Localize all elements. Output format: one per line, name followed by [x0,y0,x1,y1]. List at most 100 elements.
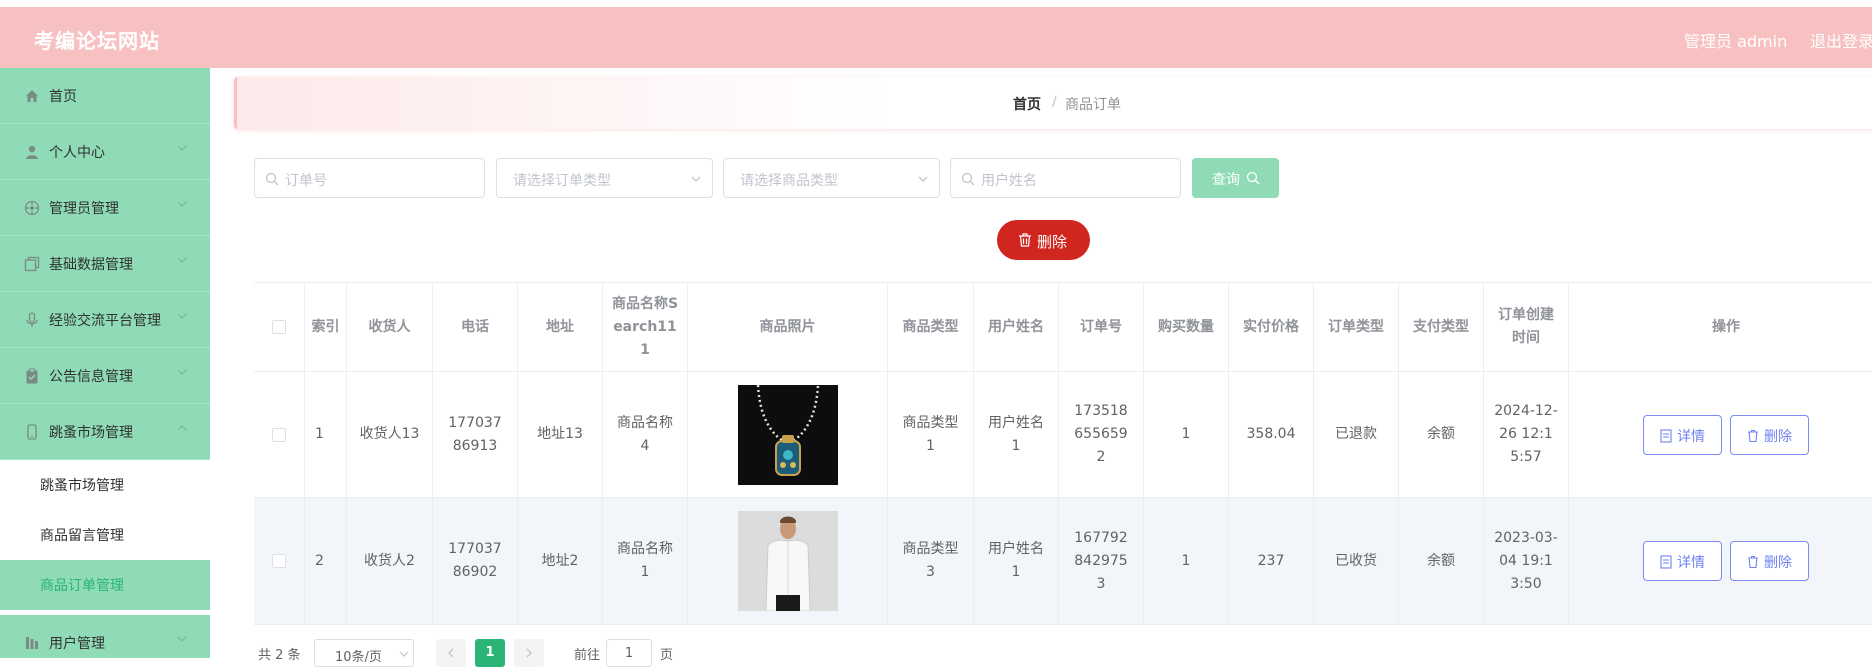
table-row [254,372,305,498]
prev-page-button[interactable] [436,639,466,667]
cell-user-name: 用户姓名1 [974,372,1059,498]
goods-type-placeholder: 请选择商品类型 [740,173,838,189]
cell-goods-type: 商品类型3 [888,498,974,625]
bar-icon [26,637,38,649]
necklace-photo [737,384,838,485]
header-cell: 电话 [433,283,518,372]
chevron-down-icon [177,369,187,375]
sidebar-item-announcements[interactable]: 公告信息管理 [0,348,210,404]
clipboard-icon [26,368,38,384]
chevron-up-icon [177,425,187,431]
home-icon [26,90,38,102]
submenu-item-goods-messages[interactable]: 商品留言管理 [0,510,210,560]
header-cell: 实付价格 [1229,283,1314,372]
search-icon [1246,171,1260,185]
cell-price: 358.04 [1229,372,1314,498]
cell-index: 2 [305,498,347,625]
goods-type-select[interactable]: 请选择商品类型 [723,158,940,198]
admin-label: 管理员 admin [1684,32,1788,51]
cell-phone: 17703786913 [433,372,518,498]
sidebar-item-users[interactable]: 用户管理 [0,615,210,658]
cell-quantity: 1 [1144,372,1229,498]
sidebar-item-admin[interactable]: 管理员管理 [0,180,210,236]
row-delete-button-label: 删除 [1764,428,1792,445]
submenu-item-goods-orders[interactable]: 商品订单管理 [0,560,210,610]
cell-order-type: 已退款 [1314,372,1399,498]
trash-icon [1748,555,1758,569]
detail-button[interactable]: 详情 [1643,541,1722,581]
document-icon [1660,428,1672,443]
cell-actions: 详情 删除 [1569,498,1872,625]
sidebar-item-flea-market[interactable]: 跳蚤市场管理 [0,404,210,460]
cell-address: 地址13 [518,372,603,498]
page-size-select[interactable]: 10条/页 [314,639,414,667]
cell-pay-type: 余额 [1399,372,1484,498]
delete-button-label: 删除 [1037,233,1068,251]
page-number-button[interactable]: 1 [475,639,505,667]
sidebar: 首页 个人中心 管理员管理 基础数据管理 经验交流平台管理 公告信息管理 跳蚤市… [0,68,210,658]
chevron-down-icon [177,257,187,263]
chevron-down-icon [177,201,187,207]
row-checkbox[interactable] [272,554,286,568]
sidebar-item-experience-platform[interactable]: 经验交流平台管理 [0,292,210,348]
sidebar-item-label: 个人中心 [49,145,105,161]
detail-button[interactable]: 详情 [1643,414,1722,455]
breadcrumb-home[interactable]: 首页 [1013,94,1041,114]
shirt-model-photo [737,511,838,611]
order-type-placeholder: 请选择订单类型 [513,173,611,189]
search-icon [265,172,279,186]
cell-order-no: 1735186556592 [1059,372,1144,498]
sidebar-item-personal-center[interactable]: 个人中心 [0,124,210,180]
page-suffix-label: 页 [660,648,674,663]
trash-icon [1748,429,1758,442]
chevron-right-icon [526,648,532,658]
cell-user-name: 用户姓名1 [974,498,1059,625]
row-checkbox[interactable] [272,427,286,442]
header-cell: 订单类型 [1314,283,1399,372]
order-no-input[interactable]: 订单号 [254,158,485,198]
sidebar-item-label: 首页 [49,89,77,105]
orders-table: 索引 收货人 电话 地址 商品名称Search111 商品照片 商品类型 用户姓… [254,282,1872,627]
cell-actions: 详情 删除 [1569,372,1872,498]
submenu-item-label: 商品留言管理 [40,528,124,544]
cell-created: 2023-03-04 19:13:50 [1484,498,1569,625]
header-cell: 商品名称Search111 [603,283,688,372]
delete-button[interactable]: 删除 [997,220,1090,260]
goto-label: 前往 [574,648,601,663]
header-cell: 操作 [1569,283,1872,372]
chevron-down-icon [177,313,187,319]
submenu-item-label: 商品订单管理 [40,578,124,594]
user-name-input[interactable]: 用户姓名 [950,158,1181,198]
row-delete-button[interactable]: 删除 [1730,414,1809,455]
select-all-checkbox[interactable] [272,320,286,334]
header-select-all [254,283,305,372]
cell-price: 237 [1229,498,1314,625]
query-button[interactable]: 查询 [1192,158,1279,198]
copy-icon [24,256,40,272]
header-cell: 用户姓名 [974,283,1059,372]
detail-button-label: 详情 [1677,555,1705,571]
sidebar-item-label: 公告信息管理 [49,369,133,385]
row-delete-button[interactable]: 删除 [1730,541,1809,581]
cell-index: 1 [305,372,347,498]
chevron-down-icon [177,636,187,642]
sidebar-item-label: 经验交流平台管理 [49,313,161,329]
header-cell: 索引 [305,283,347,372]
submenu-item-label: 跳蚤市场管理 [40,478,124,494]
order-type-select[interactable]: 请选择订单类型 [496,158,713,198]
next-page-button[interactable] [514,639,544,667]
page-size-value: 10条/页 [335,650,382,665]
cell-receiver: 收货人2 [347,498,433,625]
goto-page-input[interactable]: 1 [606,639,652,667]
chevron-left-icon [448,648,454,658]
phone-icon [27,424,37,440]
search-icon [961,172,975,186]
submenu-item-flea-market[interactable]: 跳蚤市场管理 [0,460,210,510]
sidebar-item-basic-data[interactable]: 基础数据管理 [0,236,210,292]
header-cell: 订单号 [1059,283,1144,372]
sidebar-item-home[interactable]: 首页 [0,68,210,124]
document-icon [1660,555,1672,569]
admin-icon [24,200,40,216]
logout-link[interactable]: 退出登录 [1810,28,1872,52]
user-icon [26,145,38,159]
